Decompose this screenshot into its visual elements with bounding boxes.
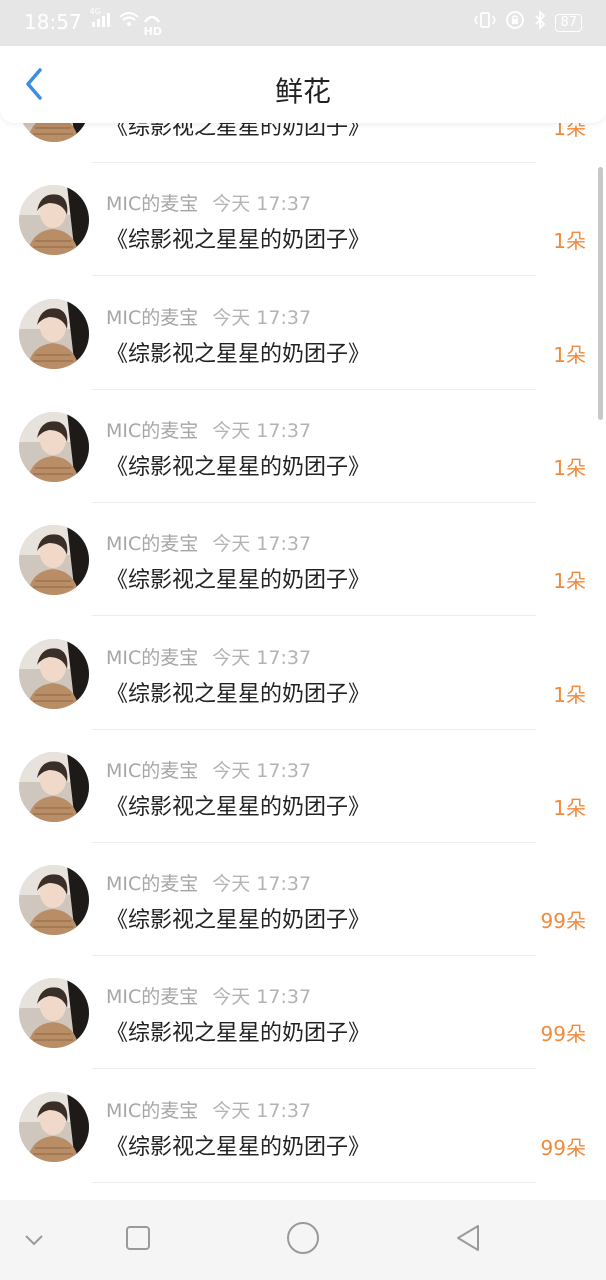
item-meta: MIC的麦宝 今天 17:37: [106, 643, 311, 670]
item-meta: MIC的麦宝 今天 17:37: [106, 303, 311, 330]
book-title[interactable]: 《综影视之星星的奶团子》: [106, 789, 370, 821]
avatar[interactable]: [19, 751, 89, 822]
avatar[interactable]: [19, 865, 89, 936]
book-title[interactable]: 《综影视之星星的奶团子》: [106, 562, 370, 594]
list-item[interactable]: MIC的麦宝 今天 17:37 《综影视之星星的奶团子》 1朵: [0, 163, 606, 277]
vibrate-icon: [473, 11, 497, 35]
chevron-down-icon: [24, 1231, 44, 1250]
username[interactable]: MIC的麦宝: [106, 647, 198, 669]
timestamp: 今天 17:37: [212, 1099, 312, 1122]
list-item[interactable]: MIC的麦宝 今天 17:37 《综影视之星星的奶团子》 1朵: [0, 277, 606, 390]
book-title[interactable]: 《综影视之星星的奶团子》: [106, 222, 370, 254]
timestamp: 今天 17:37: [212, 419, 312, 442]
book-title[interactable]: 《综影视之星星的奶团子》: [106, 902, 370, 934]
username[interactable]: MIC的麦宝: [106, 760, 198, 782]
username[interactable]: MIC的麦宝: [106, 533, 198, 555]
item-meta: MIC的麦宝 今天 17:37: [106, 189, 311, 216]
avatar[interactable]: [19, 525, 89, 596]
flower-count: 1朵: [553, 569, 586, 594]
list-item[interactable]: MIC的麦宝 今天 17:37 《综影视之星星的奶团子》 1朵: [0, 617, 606, 730]
flower-count: 1朵: [553, 123, 586, 140]
lock-rotation-icon: [505, 10, 525, 36]
flower-count: 99朵: [540, 909, 586, 934]
nav-collapse-button[interactable]: [16, 1222, 52, 1258]
timestamp: 今天 17:37: [212, 873, 312, 896]
timestamp: 今天 17:37: [212, 986, 312, 1009]
flower-count: 1朵: [553, 342, 586, 367]
avatar[interactable]: [19, 1091, 89, 1162]
username[interactable]: MIC的麦宝: [106, 307, 198, 329]
header: 鲜花: [0, 46, 606, 123]
book-title[interactable]: 《综影视之星星的奶团子》: [106, 1129, 370, 1161]
status-time: 18:57: [24, 10, 82, 34]
book-title[interactable]: 《综影视之星星的奶团子》: [106, 676, 370, 708]
item-meta: MIC的麦宝 今天 17:37: [106, 869, 311, 896]
hd-label: HD: [143, 25, 162, 38]
book-title[interactable]: 《综影视之星星的奶团子》: [106, 123, 370, 141]
status-bar: 18:57 4G HD 87: [0, 0, 606, 46]
avatar[interactable]: [19, 638, 89, 709]
timestamp: 今天 17:37: [212, 646, 312, 669]
item-meta: MIC的麦宝 今天 17:37: [106, 1096, 311, 1123]
battery-level: 87: [560, 15, 577, 30]
flower-count: 1朵: [553, 229, 586, 254]
avatar[interactable]: [19, 123, 89, 142]
book-title[interactable]: 《综影视之星星的奶团子》: [106, 1015, 370, 1047]
row-divider: [92, 1181, 536, 1183]
home-icon: [286, 1221, 320, 1259]
flower-count: 99朵: [540, 1135, 586, 1160]
avatar[interactable]: [19, 978, 89, 1049]
username[interactable]: MIC的麦宝: [106, 986, 198, 1008]
avatar[interactable]: [19, 185, 89, 256]
list-item[interactable]: 《综影视之星星的奶团子》 1朵: [0, 123, 606, 163]
timestamp: 今天 17:37: [212, 306, 312, 329]
item-meta: MIC的麦宝 今天 17:37: [106, 982, 311, 1009]
battery-icon: 87: [555, 14, 582, 32]
list-item[interactable]: MIC的麦宝 今天 17:37 《综影视之星星的奶团子》 1朵: [0, 390, 606, 503]
bluetooth-icon: [533, 9, 547, 36]
list-item[interactable]: MIC的麦宝 今天 17:37 《综影视之星星的奶团子》 1朵: [0, 730, 606, 843]
wifi-icon: [118, 10, 140, 34]
item-meta: MIC的麦宝 今天 17:37: [106, 529, 311, 556]
flower-count: 1朵: [553, 682, 586, 707]
system-nav-bar: [0, 1200, 606, 1280]
book-title[interactable]: 《综影视之星星的奶团子》: [106, 336, 370, 368]
book-title[interactable]: 《综影视之星星的奶团子》: [106, 449, 370, 481]
list-item[interactable]: MIC的麦宝 今天 17:37 《综影视之星星的奶团子》 99朵: [0, 1070, 606, 1183]
timestamp: 今天 17:37: [212, 759, 312, 782]
back-icon: [454, 1223, 482, 1257]
item-meta: MIC的麦宝 今天 17:37: [106, 756, 311, 783]
scrollbar[interactable]: [598, 167, 603, 420]
avatar[interactable]: [19, 411, 89, 482]
flower-list: 《综影视之星星的奶团子》 1朵 MIC的麦宝 今天 17:37 《综影视之星星的奶团子》…: [0, 123, 606, 1200]
timestamp: 今天 17:37: [212, 533, 312, 556]
username[interactable]: MIC的麦宝: [106, 193, 198, 215]
nav-back-button[interactable]: [450, 1222, 486, 1258]
username[interactable]: MIC的麦宝: [106, 873, 198, 895]
avatar[interactable]: [19, 298, 89, 369]
status-right: 87: [473, 9, 582, 36]
username[interactable]: MIC的麦宝: [106, 420, 198, 442]
list-item[interactable]: MIC的麦宝 今天 17:37 《综影视之星星的奶团子》 99朵: [0, 843, 606, 957]
item-meta: MIC的麦宝 今天 17:37: [106, 416, 311, 443]
signal-icon: 4G: [90, 7, 112, 34]
timestamp: 今天 17:37: [212, 193, 312, 216]
flower-count: 1朵: [553, 455, 586, 480]
username[interactable]: MIC的麦宝: [106, 1100, 198, 1122]
nav-home-button[interactable]: [285, 1222, 321, 1258]
network-badge: 4G: [89, 7, 101, 16]
list-item[interactable]: MIC的麦宝 今天 17:37 《综影视之星星的奶团子》 99朵: [0, 956, 606, 1070]
page-title: 鲜花: [274, 75, 331, 108]
status-left: 18:57 4G HD: [24, 7, 164, 38]
list-item[interactable]: MIC的麦宝 今天 17:37 《综影视之星星的奶团子》 1朵: [0, 503, 606, 617]
recent-apps-icon: [125, 1225, 151, 1255]
flower-count: 99朵: [540, 1022, 586, 1047]
nav-recent-apps-button[interactable]: [120, 1222, 156, 1258]
flower-count: 1朵: [553, 795, 586, 820]
call-icon: HD: [142, 12, 164, 38]
